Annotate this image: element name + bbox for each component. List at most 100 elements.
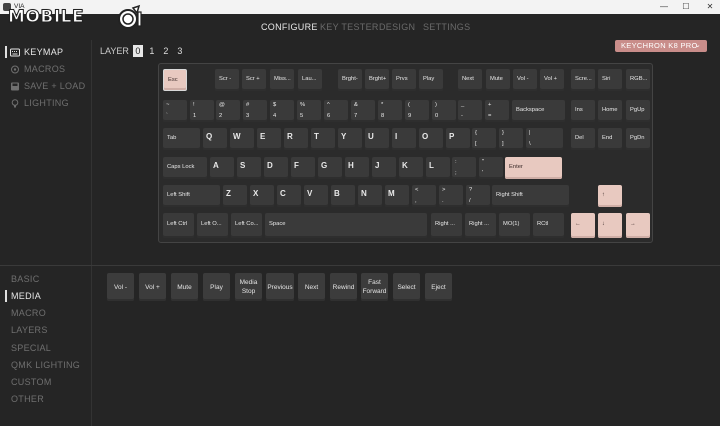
media-key-play[interactable]: Play: [203, 273, 230, 301]
key-row3-10[interactable]: :;: [452, 157, 476, 179]
key-row2-13[interactable]: | \: [526, 128, 563, 150]
key-row4-10[interactable]: ? /: [466, 185, 490, 207]
key-row4-6[interactable]: N: [358, 185, 382, 207]
key-row2-16[interactable]: PgDn: [626, 128, 650, 150]
key-row1-0[interactable]: ~ `: [163, 100, 187, 122]
key-row3-1[interactable]: A: [210, 157, 234, 179]
key-row2-11[interactable]: {[: [472, 128, 496, 150]
key-row5-8[interactable]: ←: [571, 213, 595, 238]
sidebar-item-macros[interactable]: MACROS: [10, 64, 65, 74]
key-row5-6[interactable]: MO(1): [499, 213, 530, 238]
key-row1-2[interactable]: @2: [216, 100, 240, 122]
key-row5-1[interactable]: Left O...: [197, 213, 228, 238]
key-row0-15[interactable]: RGB...: [626, 69, 650, 91]
key-row0-11[interactable]: Vol -: [513, 69, 537, 91]
key-row1-8[interactable]: * 8: [378, 100, 402, 122]
category-item-basic[interactable]: BASIC: [11, 274, 40, 284]
media-key-eject[interactable]: Eject: [425, 273, 452, 301]
tab-configure[interactable]: CONFIGURE: [261, 22, 318, 32]
key-row2-5[interactable]: T: [311, 128, 335, 150]
key-row1-13[interactable]: Backspace: [512, 100, 565, 122]
key-row5-2[interactable]: Left Co...: [231, 213, 262, 238]
key-row3-5[interactable]: G: [318, 157, 342, 179]
key-row2-12[interactable]: }]: [499, 128, 523, 150]
media-key-vol-[interactable]: Vol +: [139, 273, 166, 301]
key-row3-4[interactable]: F: [291, 157, 315, 179]
media-key-mute[interactable]: Mute: [171, 273, 198, 301]
key-row1-3[interactable]: #3: [243, 100, 267, 122]
key-row3-7[interactable]: J: [372, 157, 396, 179]
key-row0-12[interactable]: Vol +: [540, 69, 564, 91]
key-row4-7[interactable]: M: [385, 185, 409, 207]
key-row1-9[interactable]: (9: [405, 100, 429, 122]
key-row4-9[interactable]: >.: [439, 185, 463, 207]
key-row4-3[interactable]: C: [277, 185, 301, 207]
key-row1-12[interactable]: + =: [485, 100, 509, 122]
key-row0-1[interactable]: Scr -: [215, 69, 239, 91]
key-row1-15[interactable]: Home: [598, 100, 622, 122]
key-row1-4[interactable]: $4: [270, 100, 294, 122]
category-item-other[interactable]: OTHER: [11, 394, 44, 404]
layer-option-1[interactable]: 1: [147, 45, 157, 57]
media-key-vol-[interactable]: Vol -: [107, 273, 134, 301]
key-row2-2[interactable]: W: [230, 128, 254, 150]
key-row1-11[interactable]: _ -: [458, 100, 482, 122]
key-row2-10[interactable]: P: [446, 128, 470, 150]
category-item-custom[interactable]: CUSTOM: [11, 377, 52, 387]
key-row2-15[interactable]: End: [598, 128, 622, 150]
key-row0-9[interactable]: Next: [458, 69, 482, 91]
key-row0-10[interactable]: Mute: [486, 69, 510, 91]
key-row2-6[interactable]: Y: [338, 128, 362, 150]
key-row5-4[interactable]: Right ...: [431, 213, 462, 238]
key-row2-7[interactable]: U: [365, 128, 389, 150]
category-item-media[interactable]: MEDIA: [11, 291, 41, 301]
tab-design[interactable]: DESIGN: [379, 22, 415, 32]
media-key-fast-forward[interactable]: Fast Forward: [361, 273, 388, 301]
layer-option-0[interactable]: 0: [132, 45, 143, 57]
key-row3-3[interactable]: D: [264, 157, 288, 179]
tab-settings[interactable]: SETTINGS: [423, 22, 470, 32]
media-key-media-stop[interactable]: Media Stop: [235, 273, 262, 301]
key-row2-9[interactable]: O: [419, 128, 443, 150]
key-row4-5[interactable]: B: [331, 185, 355, 207]
category-item-macro[interactable]: MACRO: [11, 308, 46, 318]
minimize-button[interactable]: —: [654, 0, 674, 14]
key-row1-1[interactable]: ! 1: [190, 100, 214, 122]
key-row5-7[interactable]: RCtl: [533, 213, 564, 238]
key-row0-3[interactable]: Miss...: [270, 69, 294, 91]
key-row0-14[interactable]: Siri: [598, 69, 622, 91]
media-key-previous[interactable]: Previous: [266, 273, 294, 301]
key-row0-6[interactable]: Brght+: [365, 69, 389, 91]
key-row5-0[interactable]: Left Ctrl: [163, 213, 194, 238]
key-row4-2[interactable]: X: [250, 185, 274, 207]
key-row5-3[interactable]: Space: [265, 213, 427, 238]
key-row0-2[interactable]: Scr +: [242, 69, 266, 91]
layer-option-2[interactable]: 2: [161, 45, 171, 57]
key-row3-6[interactable]: H: [345, 157, 369, 179]
media-key-select[interactable]: Select: [393, 273, 420, 301]
key-row4-0[interactable]: Left Shift: [163, 185, 220, 207]
tab-key-tester[interactable]: KEY TESTER: [320, 22, 379, 32]
key-row1-5[interactable]: % 5: [297, 100, 321, 122]
category-item-layers[interactable]: LAYERS: [11, 325, 48, 335]
key-row0-0[interactable]: Esc: [163, 69, 187, 91]
key-row3-11[interactable]: " ': [479, 157, 503, 179]
key-row4-8[interactable]: <,: [412, 185, 436, 207]
key-row5-9[interactable]: ↓: [598, 213, 622, 238]
key-row2-1[interactable]: Q: [203, 128, 227, 150]
keyboard-select[interactable]: KEYCHRON K8 PRO ⌄: [615, 40, 707, 52]
key-row3-12[interactable]: Enter: [505, 157, 562, 179]
key-row1-7[interactable]: & 7: [351, 100, 375, 122]
key-row3-9[interactable]: L: [426, 157, 450, 179]
key-row2-3[interactable]: E: [257, 128, 281, 150]
maximize-button[interactable]: ☐: [676, 0, 696, 14]
key-row3-0[interactable]: Caps Lock: [163, 157, 207, 179]
key-row4-4[interactable]: V: [304, 185, 328, 207]
layer-option-3[interactable]: 3: [175, 45, 185, 57]
media-key-next[interactable]: Next: [298, 273, 325, 301]
key-row0-5[interactable]: Brght-: [338, 69, 362, 91]
key-row2-14[interactable]: Del: [571, 128, 595, 150]
key-row3-2[interactable]: S: [237, 157, 261, 179]
key-row0-13[interactable]: Scre...: [571, 69, 595, 91]
key-row5-10[interactable]: →: [626, 213, 650, 238]
